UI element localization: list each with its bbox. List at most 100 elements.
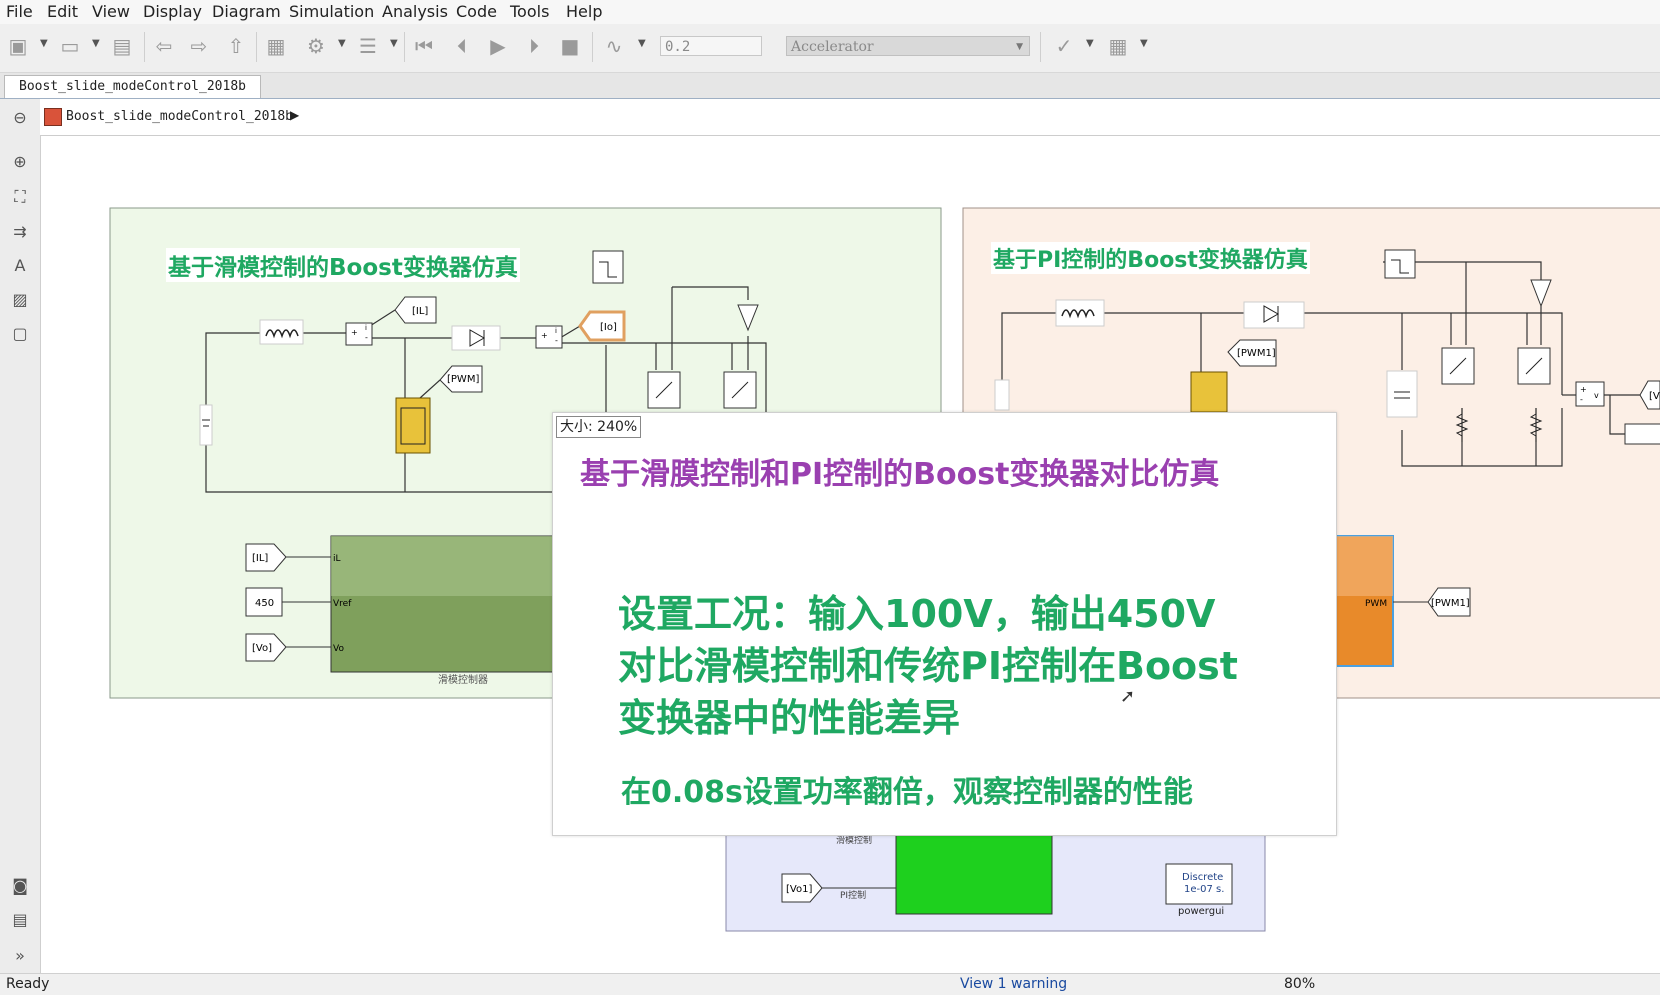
svg-text:Vref: Vref xyxy=(333,599,352,609)
gear-icon[interactable]: ⚙ xyxy=(304,34,328,58)
step-back-large-icon[interactable]: ⏮ xyxy=(412,34,436,58)
menu-edit[interactable]: Edit xyxy=(47,2,78,21)
svg-text:iL: iL xyxy=(333,554,341,564)
stop-time-input[interactable]: 0.2 xyxy=(660,36,762,56)
model-browser-icon[interactable]: ▤ xyxy=(10,909,30,929)
chevron-down-icon[interactable]: ▼ xyxy=(338,38,346,49)
svg-text:[PWM1]: [PWM1] xyxy=(1431,598,1470,609)
play-icon[interactable]: ▶ xyxy=(486,34,510,58)
menu-display[interactable]: Display xyxy=(143,2,202,21)
svg-text:+: + xyxy=(1580,385,1587,394)
area-icon[interactable]: ▢ xyxy=(10,323,30,343)
build-icon[interactable]: ▦ xyxy=(1106,34,1130,58)
menu-view[interactable]: View xyxy=(92,2,130,21)
breadcrumb: Boost_slide_modeControl_2018b ▶ xyxy=(40,99,1660,136)
save-icon[interactable]: ▤ xyxy=(110,34,134,58)
svg-text:滑模控制器: 滑模控制器 xyxy=(438,673,488,686)
pi-dc-source xyxy=(994,379,1010,411)
svg-text:Discrete: Discrete xyxy=(1182,872,1223,883)
chevron-down-icon: ▼ xyxy=(1016,42,1023,52)
svg-text:[Io]: [Io] xyxy=(600,322,617,333)
right-panel-title: 基于PI控制的Boost变换器仿真 xyxy=(991,242,1310,274)
fit-to-view-icon[interactable]: ⛶ xyxy=(10,187,30,207)
svg-text:1e-07 s.: 1e-07 s. xyxy=(1184,884,1224,895)
new-model-icon[interactable]: ▣ xyxy=(6,34,30,58)
toolbar: ▣ ▼ ▭ ▼ ▤ ⇦ ⇨ ⇧ ▦ ⚙ ▼ ☰ ▼ ⏮ ⏴ ▶ ⏵ ■ ∿ ▼ … xyxy=(0,24,1660,73)
image-icon[interactable]: ▨ xyxy=(10,289,30,309)
scope-data-icon[interactable]: ∿ xyxy=(602,34,626,58)
library-browser-icon[interactable]: ▦ xyxy=(264,34,288,58)
model-explorer-icon[interactable]: ☰ xyxy=(356,34,380,58)
overlay-line-4: 在0.08s设置功率翻倍，观察控制器的性能 xyxy=(621,775,1193,810)
chevron-down-icon[interactable]: ▼ xyxy=(638,38,646,49)
chevron-down-icon[interactable]: ▼ xyxy=(92,38,100,49)
expand-icon[interactable]: » xyxy=(10,945,30,965)
svg-text:powergui: powergui xyxy=(1178,906,1224,917)
chevron-down-icon[interactable]: ▼ xyxy=(1140,38,1148,49)
menu-tools[interactable]: Tools xyxy=(510,2,549,21)
svg-text:-: - xyxy=(1580,395,1583,404)
menu-bar: File Edit View Display Diagram Simulatio… xyxy=(0,0,1660,24)
hide-show-explorer-icon[interactable]: ⊖ xyxy=(10,107,30,127)
svg-text:i: i xyxy=(365,324,367,332)
chevron-right-icon[interactable]: ▶ xyxy=(290,108,299,122)
open-folder-icon[interactable]: ▭ xyxy=(58,34,82,58)
svg-text:[Vo1]: [Vo1] xyxy=(786,884,812,895)
breadcrumb-label[interactable]: Boost_slide_modeControl_2018b xyxy=(66,109,293,124)
svg-text:[Vo: [Vo xyxy=(1649,391,1660,402)
check-advisor-icon[interactable]: ✓ xyxy=(1052,34,1076,58)
svg-text:450: 450 xyxy=(255,598,274,609)
svg-text:+: + xyxy=(541,331,548,340)
chevron-down-icon[interactable]: ▼ xyxy=(390,38,398,49)
up-arrow-icon[interactable]: ⇧ xyxy=(224,34,248,58)
zoom-in-icon[interactable]: ⊕ xyxy=(10,151,30,171)
mouse-cursor-icon: ➚ xyxy=(1120,686,1136,707)
tab-row: Boost_slide_modeControl_2018b xyxy=(0,73,1660,99)
svg-text:+: + xyxy=(351,328,358,337)
menu-help[interactable]: Help xyxy=(566,2,602,21)
overlay-title: 基于滑膜控制和PI控制的Boost变换器对比仿真 xyxy=(580,457,1220,492)
warning-link[interactable]: View 1 warning xyxy=(960,976,1067,992)
tab-model[interactable]: Boost_slide_modeControl_2018b xyxy=(4,75,261,98)
left-palette: ⊖ ⊕ ⛶ ⇉ A ▨ ▢ ◙ ▤ » xyxy=(0,99,41,973)
menu-diagram[interactable]: Diagram xyxy=(212,2,281,21)
svg-text:[PWM]: [PWM] xyxy=(447,374,479,385)
chevron-down-icon[interactable]: ▼ xyxy=(40,38,48,49)
scope-block xyxy=(895,833,1053,915)
svg-text:[IL]: [IL] xyxy=(252,553,268,564)
current-sensor-block xyxy=(345,322,373,346)
stop-icon[interactable]: ■ xyxy=(558,34,582,58)
menu-analysis[interactable]: Analysis xyxy=(382,2,448,21)
route-lines-icon[interactable]: ⇉ xyxy=(10,221,30,241)
svg-text:PWM: PWM xyxy=(1365,599,1387,609)
dc-source-block xyxy=(199,404,213,446)
svg-text:[IL]: [IL] xyxy=(412,306,428,317)
menu-simulation[interactable]: Simulation xyxy=(289,2,374,21)
menu-file[interactable]: File xyxy=(6,2,33,21)
chevron-down-icon[interactable]: ▼ xyxy=(1086,38,1094,49)
model-icon xyxy=(44,108,62,126)
svg-text:[PWM1]: [PWM1] xyxy=(1237,348,1276,359)
annotation-icon[interactable]: A xyxy=(10,255,30,275)
overlay-caption: 基于滑膜控制和PI控制的Boost变换器对比仿真 设置工况：输入100V，输出4… xyxy=(552,412,1337,836)
svg-text:-: - xyxy=(555,336,558,345)
step-back-icon[interactable]: ⏴ xyxy=(450,34,474,58)
overlay-line-1: 设置工况：输入100V，输出450V xyxy=(618,592,1216,636)
svg-text:i: i xyxy=(555,327,557,335)
camera-icon[interactable]: ◙ xyxy=(10,875,30,895)
status-ready: Ready xyxy=(6,976,50,992)
output-current-sensor xyxy=(535,325,563,349)
menu-code[interactable]: Code xyxy=(456,2,497,21)
overlay-line-2: 对比滑模控制和传统PI控制在Boost xyxy=(618,644,1238,688)
simulation-mode-select[interactable]: Accelerator ▼ xyxy=(786,36,1030,56)
sim-mode-value: Accelerator xyxy=(791,39,874,55)
zoom-level: 80% xyxy=(1284,976,1316,992)
forward-arrow-icon[interactable]: ⇨ xyxy=(187,34,211,58)
status-bar: Ready View 1 warning 80% xyxy=(0,973,1660,995)
overlay-line-3: 变换器中的性能差异 xyxy=(618,696,961,740)
back-arrow-icon[interactable]: ⇦ xyxy=(152,34,176,58)
size-badge: 大小: 240% xyxy=(556,416,642,438)
step-forward-icon[interactable]: ⏵ xyxy=(522,34,546,58)
left-panel-title: 基于滑模控制的Boost变换器仿真 xyxy=(166,248,520,282)
svg-text:[Vo]: [Vo] xyxy=(252,643,272,654)
